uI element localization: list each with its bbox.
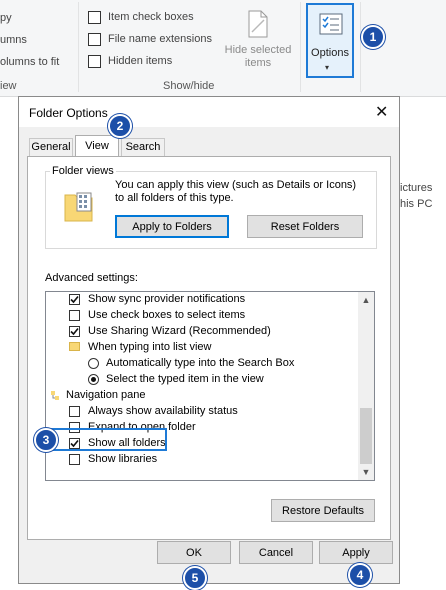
list-item-label: Always show availability status: [88, 405, 238, 417]
advanced-settings-list[interactable]: Show sync provider notifications Use che…: [45, 291, 375, 481]
checkbox[interactable]: [69, 454, 80, 465]
list-item-label: Use Sharing Wizard (Recommended): [88, 325, 271, 337]
list-item-label: Show libraries: [88, 453, 158, 465]
callout-badge-4: 4: [348, 563, 372, 587]
radio-button[interactable]: [88, 358, 99, 369]
hide-selected-items-label: Hide selected items: [224, 44, 292, 69]
list-item-label: Automatically type into the Search Box: [106, 357, 295, 369]
checkbox-checked[interactable]: [69, 438, 80, 449]
hidden-items-label: Hidden items: [108, 55, 173, 67]
list-item[interactable]: Use Sharing Wizard (Recommended): [46, 324, 358, 340]
callout-badge-3: 3: [34, 428, 58, 452]
tab-view[interactable]: View: [75, 135, 119, 157]
file-name-extensions-checkbox[interactable]: [88, 33, 101, 46]
item-check-boxes-label: Item check boxes: [108, 11, 194, 23]
list-item: Navigation pane: [46, 388, 358, 404]
callout-badge-1: 1: [361, 25, 385, 49]
explorer-ribbon: py umns olumns to fit iew Item check box…: [0, 0, 446, 97]
callout-badge-2: 2: [108, 114, 132, 138]
show-all-folders-label: Show all folders: [88, 437, 166, 449]
background-this-pc-text: his PC: [400, 198, 433, 210]
folder-views-legend: Folder views: [52, 165, 114, 177]
callout-badge-5: 5: [183, 566, 207, 590]
list-item-label: Select the typed item in the view: [106, 373, 264, 385]
layout-item-2[interactable]: umns: [0, 34, 27, 46]
ribbon-separator: [78, 2, 79, 92]
ok-button[interactable]: OK: [157, 541, 231, 564]
list-item[interactable]: Show all folders: [46, 436, 358, 452]
list-item[interactable]: Always show availability status: [46, 404, 358, 420]
list-item-label: Navigation pane: [66, 389, 146, 401]
options-list-icon: [319, 13, 343, 35]
item-check-boxes-checkbox[interactable]: [88, 11, 101, 24]
reset-folders-button[interactable]: Reset Folders: [247, 215, 363, 238]
list-item[interactable]: Use check boxes to select items: [46, 308, 358, 324]
layout-item-1[interactable]: py: [0, 12, 12, 24]
checkbox[interactable]: [69, 406, 80, 417]
checkbox[interactable]: [69, 422, 80, 433]
list-item: When typing into list view: [46, 340, 358, 356]
options-caret-icon: ▾: [325, 63, 330, 72]
list-item-label: When typing into list view: [88, 341, 212, 353]
list-item[interactable]: Automatically type into the Search Box: [46, 356, 358, 372]
apply-to-folders-button[interactable]: Apply to Folders: [115, 215, 229, 238]
folder-views-description: You can apply this view (such as Details…: [115, 179, 357, 204]
list-item[interactable]: Show libraries: [46, 452, 358, 468]
tab-search[interactable]: Search: [121, 138, 165, 156]
close-icon[interactable]: ✕: [375, 102, 388, 122]
cancel-button[interactable]: Cancel: [239, 541, 313, 564]
apply-button[interactable]: Apply: [319, 541, 393, 564]
list-item[interactable]: Select the typed item in the view: [46, 372, 358, 388]
folder-icon: [69, 342, 80, 351]
options-button[interactable]: Options ▾: [306, 3, 354, 78]
list-item[interactable]: Show sync provider notifications: [46, 292, 358, 308]
show-hide-group-label: Show/hide: [163, 80, 215, 92]
dialog-titlebar[interactable]: Folder Options ✕: [19, 97, 399, 127]
hidden-items-checkbox[interactable]: [88, 55, 101, 68]
navigation-pane-icon: [51, 391, 59, 400]
checkbox-checked[interactable]: [69, 294, 80, 305]
file-name-extensions-label: File name extensions: [108, 33, 212, 45]
ribbon-separator: [300, 2, 301, 92]
scrollbar-thumb[interactable]: [360, 408, 372, 464]
list-item-label: Use check boxes to select items: [88, 309, 246, 321]
radio-button-selected[interactable]: [88, 374, 99, 385]
view-group-label: iew: [0, 80, 17, 92]
options-label: Options: [311, 47, 349, 59]
vertical-scrollbar[interactable]: ▲ ▼: [358, 292, 374, 480]
list-item-label: Expand to open folder: [88, 421, 196, 433]
scroll-down-icon[interactable]: ▼: [358, 464, 374, 480]
list-item[interactable]: Expand to open folder: [46, 420, 358, 436]
hide-selected-items-button[interactable]: Hide selected items: [222, 8, 294, 74]
checkbox-checked[interactable]: [69, 326, 80, 337]
size-columns-to-fit[interactable]: olumns to fit: [0, 56, 59, 68]
checkbox[interactable]: [69, 310, 80, 321]
advanced-settings-label: Advanced settings:: [45, 272, 138, 284]
dialog-title: Folder Options: [29, 106, 108, 120]
scroll-up-icon[interactable]: ▲: [358, 292, 374, 308]
background-pictures-text: ictures: [400, 182, 433, 194]
list-item-label: Show sync provider notifications: [88, 293, 246, 305]
folder-views-icon: [64, 192, 93, 222]
restore-defaults-button[interactable]: Restore Defaults: [271, 499, 375, 522]
ribbon-separator: [360, 2, 361, 92]
folder-options-dialog: Folder Options ✕ General View Search Fol…: [18, 96, 400, 584]
tab-general[interactable]: General: [29, 138, 73, 156]
hide-page-icon: [248, 10, 268, 38]
